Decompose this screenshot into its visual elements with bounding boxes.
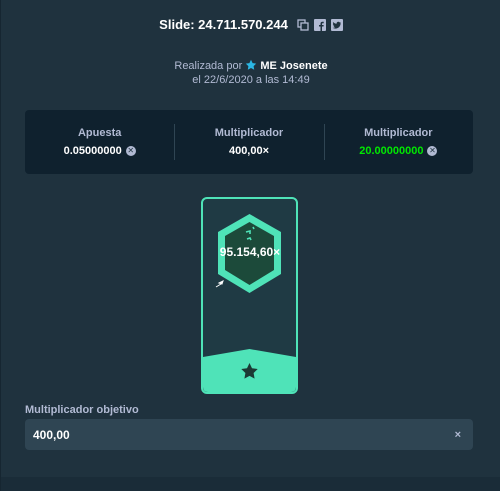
multiplier-value: 400,00× bbox=[228, 145, 270, 157]
twitter-icon[interactable] bbox=[330, 18, 343, 31]
target-multiplier-field[interactable]: 400,00 × bbox=[25, 419, 473, 450]
stat-label: Apuesta bbox=[77, 127, 122, 139]
bet-meta: Realizada por ME Josenete el 22/6/2020 a… bbox=[1, 59, 500, 87]
payout-amount: 20.00000000 bbox=[359, 145, 424, 157]
target-multiplier-label: Multiplicador objetivo bbox=[25, 404, 139, 416]
card-graphic bbox=[201, 197, 298, 394]
bet-amount: 0.05000000 bbox=[63, 145, 122, 157]
made-by-label: Realizada por bbox=[174, 60, 243, 72]
vip-star-icon bbox=[246, 59, 257, 70]
bet-stats: Apuesta 0.05000000 ✕ Multiplicador 400,0… bbox=[25, 110, 473, 174]
panel-footer bbox=[1, 477, 500, 491]
slide-header: Slide: 24.711.570.244 bbox=[1, 17, 500, 32]
stat-multiplier: Multiplicador 400,00× bbox=[174, 124, 323, 160]
copy-icon[interactable] bbox=[297, 18, 309, 31]
currency-icon: ✕ bbox=[427, 146, 438, 156]
stat-label: Multiplicador bbox=[214, 127, 284, 139]
target-multiplier-value[interactable]: 400,00 bbox=[33, 428, 455, 442]
facebook-icon[interactable] bbox=[313, 18, 326, 31]
username-link[interactable]: ME Josenete bbox=[260, 60, 327, 72]
multiplier-suffix-icon: × bbox=[454, 428, 461, 441]
bet-date: el 22/6/2020 a las 14:49 bbox=[192, 74, 310, 86]
stat-bet: Apuesta 0.05000000 ✕ bbox=[25, 127, 174, 157]
result-multiplier: 95.154,60× bbox=[219, 245, 281, 259]
stat-label: Multiplicador bbox=[364, 127, 433, 139]
currency-icon: ✕ bbox=[125, 146, 136, 156]
bet-details-panel: Slide: 24.711.570.244 Realizada por ME J… bbox=[0, 0, 500, 491]
slide-result-card: 95.154,60× bbox=[201, 197, 298, 394]
slide-id: Slide: 24.711.570.244 bbox=[159, 17, 288, 32]
stat-payout: Multiplicador 20.00000000 ✕ bbox=[323, 124, 473, 160]
